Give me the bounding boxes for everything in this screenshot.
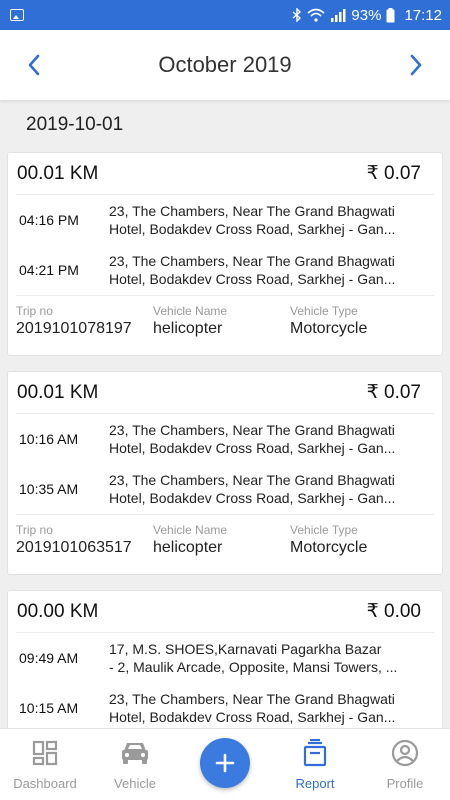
dashboard-icon	[32, 740, 58, 766]
vehicle-type: Motorcycle	[290, 539, 368, 556]
address-line-2: Hotel, Bodakdev Cross Road, Sarkhej - Ga…	[109, 709, 396, 725]
trip-no: 2019101078197	[16, 320, 132, 337]
trip-fare: ₹ 0.00	[366, 601, 421, 622]
trip-card-header: 00.01 KM ₹ 0.07	[16, 372, 434, 414]
battery-icon	[386, 7, 395, 22]
trip-list: 00.01 KM ₹ 0.07 04:16 PM 23, The Chamber…	[7, 152, 443, 800]
trip-card-header: 00.00 KM ₹ 0.00	[16, 591, 434, 633]
next-month-button[interactable]	[398, 47, 434, 83]
bluetooth-icon	[292, 8, 302, 22]
trip-card-header: 00.01 KM ₹ 0.07	[16, 153, 434, 195]
address-line-2: Hotel, Bodakdev Cross Road, Sarkhej - Ga…	[109, 221, 396, 237]
month-title: October 2019	[158, 52, 292, 77]
battery-percent: 93%	[351, 6, 382, 24]
address-line-1: 17, M.S. SHOES,Karnavati Pagarkha Bazar	[109, 641, 382, 657]
gallery-notification-icon	[10, 9, 24, 21]
trip-end-stop: 10:15 AM 23, The Chambers, Near The Gran…	[16, 683, 434, 733]
wifi-icon	[307, 8, 325, 22]
stop-time: 10:35 AM	[19, 481, 79, 497]
nav-vehicle-label: Vehicle	[114, 776, 156, 791]
nav-dashboard-label: Dashboard	[13, 776, 77, 791]
chevron-right-icon	[410, 54, 422, 76]
stop-address: 23, The Chambers, Near The Grand Bhagwat…	[109, 252, 434, 288]
address-line-1: 23, The Chambers, Near The Grand Bhagwat…	[109, 253, 395, 269]
stop-address: 23, The Chambers, Near The Grand Bhagwat…	[109, 690, 434, 726]
nav-report[interactable]: Report	[270, 729, 360, 800]
address-line-2: Hotel, Bodakdev Cross Road, Sarkhej - Ga…	[109, 490, 396, 506]
stop-time: 04:16 PM	[19, 212, 79, 228]
address-line-2: Hotel, Bodakdev Cross Road, Sarkhej - Ga…	[109, 440, 396, 456]
plus-icon	[215, 753, 235, 773]
previous-month-button[interactable]	[16, 47, 52, 83]
trip-distance: 00.01 KM	[17, 381, 99, 403]
stop-address: 23, The Chambers, Near The Grand Bhagwat…	[109, 421, 434, 457]
nav-profile[interactable]: Profile	[360, 729, 450, 800]
chevron-left-icon	[28, 54, 40, 76]
address-line-1: 23, The Chambers, Near The Grand Bhagwat…	[109, 203, 395, 219]
trip-no: 2019101063517	[16, 539, 132, 556]
trip-fare: ₹ 0.07	[366, 163, 421, 184]
bottom-navigation: Dashboard Vehicle Report Profile	[0, 728, 450, 800]
trip-start-stop: 10:16 AM 23, The Chambers, Near The Gran…	[16, 414, 434, 464]
trip-start-stop: 09:49 AM 17, M.S. SHOES,Karnavati Pagark…	[16, 633, 434, 683]
trip-fare: ₹ 0.07	[366, 382, 421, 403]
clock: 17:12	[404, 6, 442, 24]
address-line-1: 23, The Chambers, Near The Grand Bhagwat…	[109, 691, 395, 707]
trip-meta: Trip no 2019101078197 Vehicle Name helicop…	[16, 295, 434, 353]
vehicle-name: helicopter	[153, 320, 223, 337]
vehicle-type: Motorcycle	[290, 320, 368, 337]
trip-distance: 00.01 KM	[17, 162, 99, 184]
stop-address: 23, The Chambers, Near The Grand Bhagwat…	[109, 202, 434, 238]
stop-time: 04:21 PM	[19, 262, 79, 278]
vehicle-type-label: Vehicle Type	[290, 304, 358, 318]
nav-vehicle[interactable]: Vehicle	[90, 729, 180, 800]
nav-report-label: Report	[295, 776, 335, 791]
trip-no-label: Trip no	[16, 523, 53, 537]
nav-profile-label: Profile	[386, 776, 424, 791]
vehicle-type-label: Vehicle Type	[290, 523, 358, 537]
address-line-2: Hotel, Bodakdev Cross Road, Sarkhej - Ga…	[109, 271, 396, 287]
stop-time: 10:15 AM	[19, 700, 79, 716]
trip-start-stop: 04:16 PM 23, The Chambers, Near The Gran…	[16, 195, 434, 245]
vehicle-name-label: Vehicle Name	[153, 304, 228, 318]
stop-address: 17, M.S. SHOES,Karnavati Pagarkha Bazar …	[109, 640, 434, 676]
address-line-2: - 2, Maulik Arcade, Opposite, Mansi Towe…	[109, 659, 398, 675]
month-header: October 2019	[0, 30, 450, 100]
trip-card[interactable]: 00.01 KM ₹ 0.07 10:16 AM 23, The Chamber…	[7, 371, 443, 575]
stop-time: 09:49 AM	[19, 650, 79, 666]
trip-distance: 00.00 KM	[17, 600, 99, 622]
report-icon	[303, 739, 327, 767]
address-line-1: 23, The Chambers, Near The Grand Bhagwat…	[109, 422, 395, 438]
nav-dashboard[interactable]: Dashboard	[0, 729, 90, 800]
trip-no-label: Trip no	[16, 304, 53, 318]
stop-time: 10:16 AM	[19, 431, 79, 447]
trip-card[interactable]: 00.01 KM ₹ 0.07 04:16 PM 23, The Chamber…	[7, 152, 443, 356]
stop-address: 23, The Chambers, Near The Grand Bhagwat…	[109, 471, 434, 507]
vehicle-name-label: Vehicle Name	[153, 523, 228, 537]
trip-end-stop: 10:35 AM 23, The Chambers, Near The Gran…	[16, 464, 434, 514]
vehicle-name: helicopter	[153, 539, 223, 556]
signal-icon	[331, 9, 346, 22]
date-group-label: 2019-10-01	[26, 114, 124, 135]
status-bar: 93% 17:12	[0, 0, 450, 30]
address-line-1: 23, The Chambers, Near The Grand Bhagwat…	[109, 472, 395, 488]
trip-end-stop: 04:21 PM 23, The Chambers, Near The Gran…	[16, 245, 434, 295]
profile-icon	[391, 739, 419, 767]
add-trip-button[interactable]	[200, 738, 250, 788]
car-icon	[122, 743, 148, 764]
trip-meta: Trip no 2019101063517 Vehicle Name helicop…	[16, 514, 434, 572]
